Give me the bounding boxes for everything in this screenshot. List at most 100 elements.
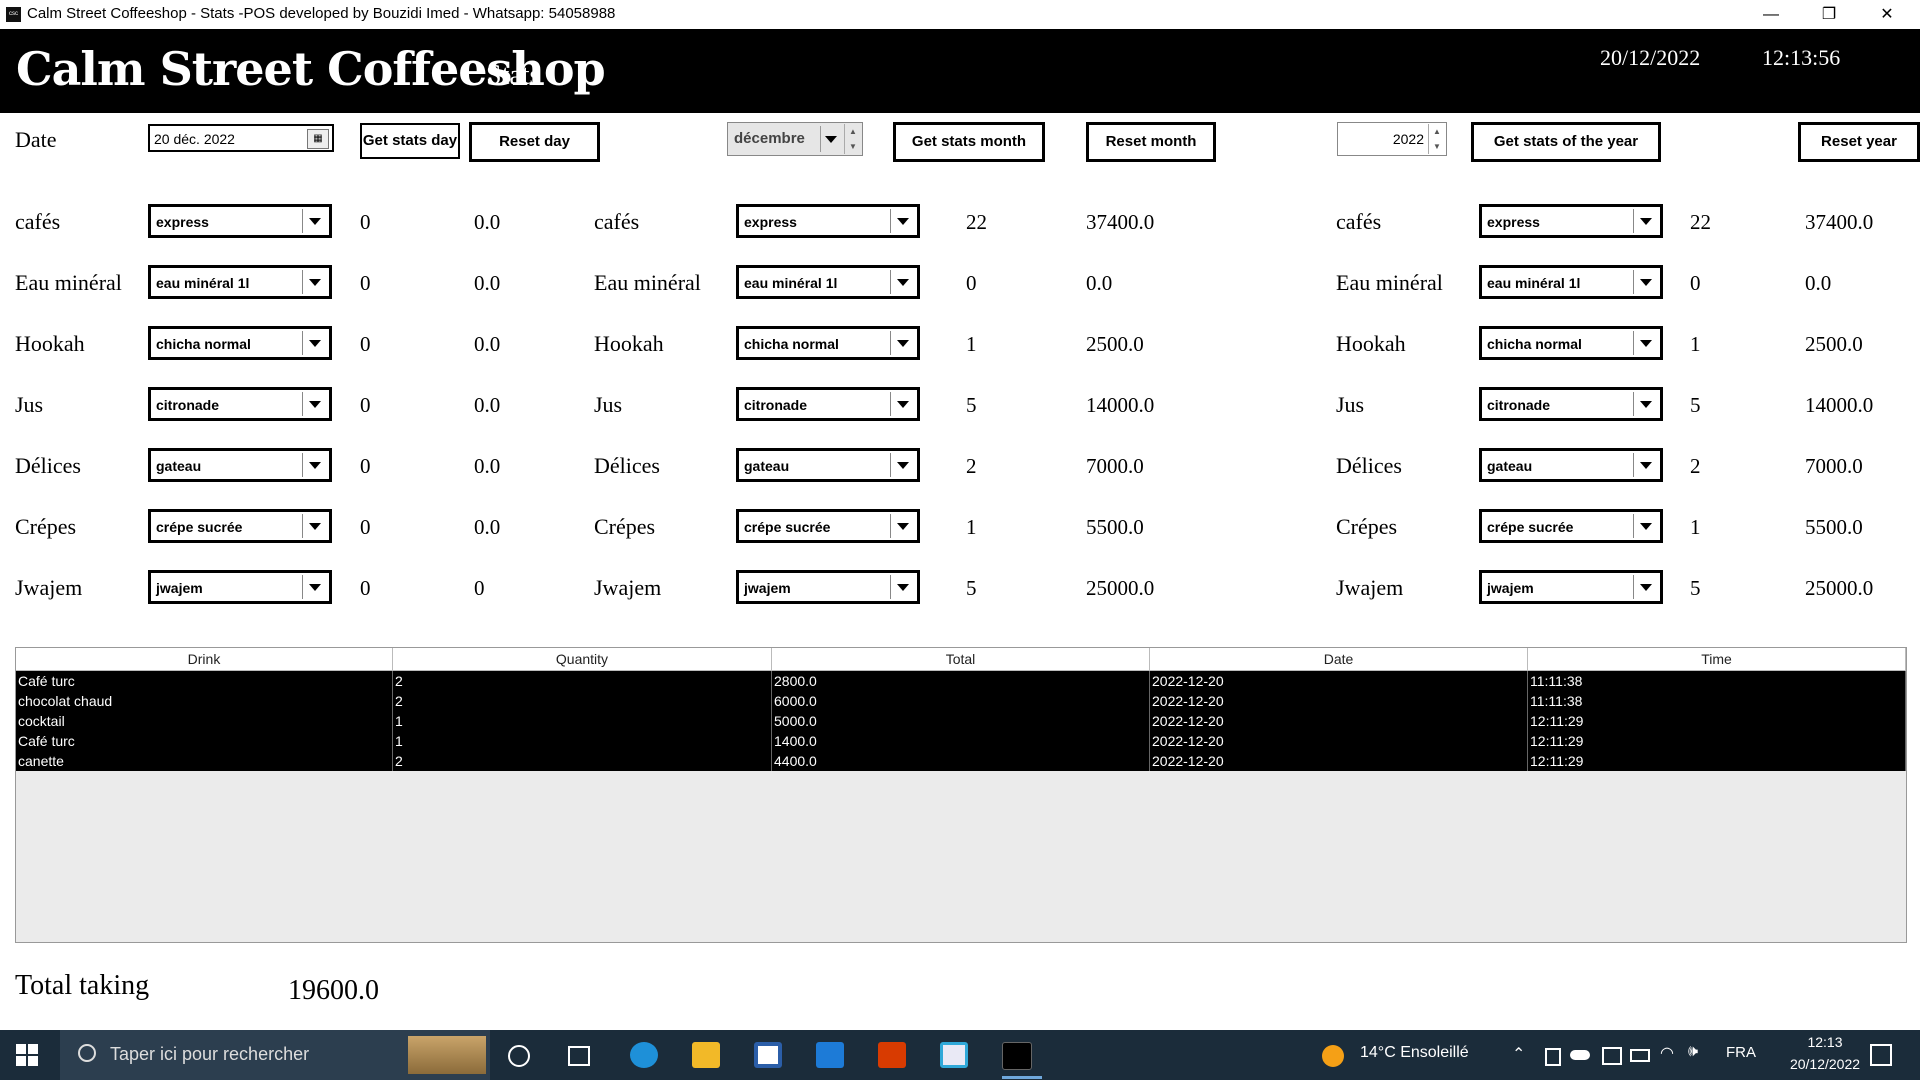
weather-text[interactable]: 14°C Ensoleillé — [1360, 1044, 1469, 1062]
year-spinner[interactable]: 2022 ▲ ▼ — [1337, 122, 1447, 156]
chevron-down-icon[interactable] — [302, 209, 327, 233]
chevron-down-icon[interactable] — [1633, 575, 1658, 599]
table-row[interactable]: canette 2 4400.0 2022-12-20 12:11:29 — [16, 751, 1906, 771]
csc-app-icon[interactable] — [1002, 1042, 1032, 1070]
taskbar-search[interactable]: Taper ici pour rechercher — [60, 1030, 490, 1080]
month-item-select[interactable]: eau minéral 1l — [736, 265, 920, 299]
select-value: gateau — [156, 458, 202, 474]
chevron-down-icon[interactable] — [302, 392, 327, 416]
chevron-down-icon[interactable] — [302, 453, 327, 477]
column-header[interactable]: Time — [1528, 648, 1906, 670]
calendar-icon[interactable]: ▦ — [307, 129, 329, 149]
clock-date[interactable]: 20/12/2022 — [1780, 1056, 1870, 1072]
month-item-select[interactable]: crépe sucrée — [736, 509, 920, 543]
day-item-select[interactable]: gateau — [148, 448, 332, 482]
month-item-select[interactable]: gateau — [736, 448, 920, 482]
month-item-select[interactable]: chicha normal — [736, 326, 920, 360]
chevron-down-icon[interactable] — [302, 514, 327, 538]
minimize-button[interactable]: — — [1742, 0, 1800, 29]
chevron-down-icon[interactable] — [890, 514, 915, 538]
wifi-icon[interactable]: ◠ — [1660, 1043, 1674, 1063]
month-item-select[interactable]: citronade — [736, 387, 920, 421]
month-item-select[interactable]: jwajem — [736, 570, 920, 604]
clock-time[interactable]: 12:13 — [1790, 1034, 1860, 1050]
month-item-select[interactable]: express — [736, 204, 920, 238]
chevron-down-icon[interactable] — [1633, 453, 1658, 477]
file-explorer-icon[interactable] — [692, 1042, 720, 1068]
month-down-icon[interactable]: ▼ — [844, 139, 861, 154]
edge-icon[interactable] — [630, 1042, 658, 1068]
day-item-select[interactable]: citronade — [148, 387, 332, 421]
table-row[interactable]: Café turc 2 2800.0 2022-12-20 11:11:38 — [16, 671, 1906, 691]
table-cell: 12:11:29 — [1528, 731, 1906, 751]
chevron-down-icon[interactable] — [1633, 331, 1658, 355]
table-row[interactable]: chocolat chaud 2 6000.0 2022-12-20 11:11:38 — [16, 691, 1906, 711]
column-header[interactable]: Date — [1150, 648, 1528, 670]
get-stats-day-button[interactable]: Get stats day — [360, 123, 460, 159]
language-indicator[interactable]: FRA — [1726, 1044, 1756, 1061]
month-selector[interactable]: décembre ▲ ▼ — [727, 122, 863, 156]
chevron-down-icon[interactable] — [890, 392, 915, 416]
chevron-down-icon[interactable] — [1633, 209, 1658, 233]
month-up-icon[interactable]: ▲ — [844, 124, 861, 139]
app-cube-icon[interactable] — [940, 1042, 968, 1068]
table-row[interactable]: Café turc 1 1400.0 2022-12-20 12:11:29 — [16, 731, 1906, 751]
chevron-down-icon[interactable] — [890, 453, 915, 477]
month-quantity-value: 5 — [966, 393, 977, 417]
get-stats-month-button[interactable]: Get stats month — [893, 122, 1045, 162]
day-item-select[interactable]: express — [148, 204, 332, 238]
chevron-down-icon[interactable] — [1633, 270, 1658, 294]
year-item-select[interactable]: express — [1479, 204, 1663, 238]
chevron-down-icon[interactable] — [890, 575, 915, 599]
date-picker[interactable]: 20 déc. 2022 ▦ — [148, 124, 334, 152]
volume-icon[interactable]: 🕪 — [1688, 1043, 1698, 1061]
chevron-down-icon[interactable] — [890, 270, 915, 294]
get-stats-year-button[interactable]: Get stats of the year — [1471, 122, 1661, 162]
year-item-select[interactable]: citronade — [1479, 387, 1663, 421]
year-item-select[interactable]: gateau — [1479, 448, 1663, 482]
table-row[interactable]: cocktail 1 5000.0 2022-12-20 12:11:29 — [16, 711, 1906, 731]
windows-start-icon[interactable] — [16, 1044, 38, 1066]
year-item-select[interactable]: chicha normal — [1479, 326, 1663, 360]
notification-icon[interactable] — [1870, 1044, 1892, 1066]
battery-icon[interactable] — [1630, 1049, 1650, 1062]
column-header[interactable]: Drink — [16, 648, 393, 670]
display-icon[interactable] — [1602, 1047, 1622, 1065]
select-value: chicha normal — [156, 336, 251, 352]
sales-table[interactable]: Drink Quantity Total Date Time Café turc 2 280… — [15, 647, 1907, 943]
cortana-icon[interactable] — [508, 1045, 530, 1067]
store-icon[interactable] — [754, 1042, 782, 1068]
day-item-select[interactable]: chicha normal — [148, 326, 332, 360]
chevron-down-icon[interactable] — [302, 270, 327, 294]
reset-month-button[interactable]: Reset month — [1086, 122, 1216, 162]
chevron-down-icon[interactable] — [1633, 514, 1658, 538]
day-item-select[interactable]: jwajem — [148, 570, 332, 604]
month-dropdown-icon[interactable] — [820, 126, 841, 152]
column-header[interactable]: Total — [772, 648, 1150, 670]
column-header[interactable]: Quantity — [393, 648, 772, 670]
month-category-label: Jus — [594, 392, 623, 417]
device-icon[interactable] — [1545, 1048, 1561, 1066]
chevron-down-icon[interactable] — [890, 331, 915, 355]
chevron-down-icon[interactable] — [1633, 392, 1658, 416]
restore-button[interactable]: ❐ — [1800, 0, 1858, 29]
tray-chevron-icon[interactable]: ⌃ — [1512, 1044, 1525, 1064]
day-item-select[interactable]: crépe sucrée — [148, 509, 332, 543]
year-up-icon[interactable]: ▲ — [1428, 124, 1445, 139]
year-item-select[interactable]: crépe sucrée — [1479, 509, 1663, 543]
close-button[interactable]: ✕ — [1858, 0, 1916, 29]
year-down-icon[interactable]: ▼ — [1428, 139, 1445, 154]
chevron-down-icon[interactable] — [302, 331, 327, 355]
year-item-select[interactable]: jwajem — [1479, 570, 1663, 604]
search-placeholder: Taper ici pour rechercher — [110, 1044, 310, 1064]
reset-year-button[interactable]: Reset year — [1798, 122, 1920, 162]
chevron-down-icon[interactable] — [890, 209, 915, 233]
office-icon[interactable] — [878, 1042, 906, 1068]
onedrive-icon[interactable] — [1570, 1050, 1590, 1060]
task-view-icon[interactable] — [568, 1046, 590, 1066]
chevron-down-icon[interactable] — [302, 575, 327, 599]
reset-day-button[interactable]: Reset day — [469, 122, 600, 162]
year-item-select[interactable]: eau minéral 1l — [1479, 265, 1663, 299]
mail-icon[interactable] — [816, 1042, 844, 1068]
day-item-select[interactable]: eau minéral 1l — [148, 265, 332, 299]
